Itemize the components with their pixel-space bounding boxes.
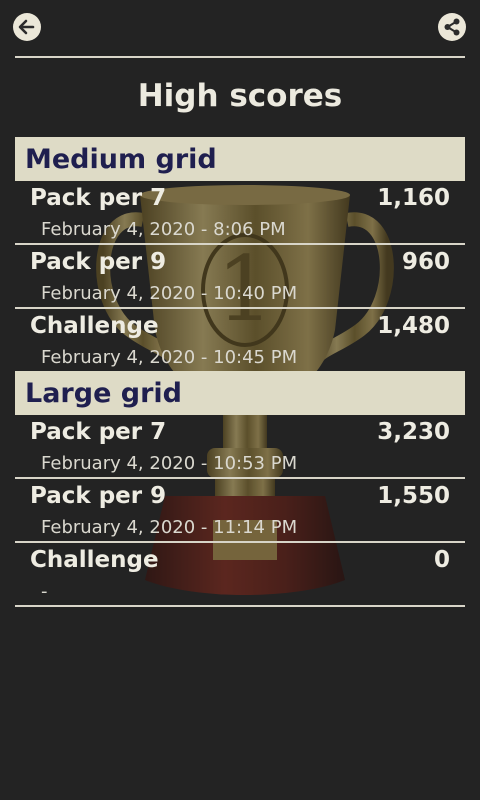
top-divider — [15, 56, 465, 58]
score-value: 3,230 — [377, 419, 450, 445]
back-button[interactable] — [13, 13, 41, 41]
score-row[interactable]: Challenge 0 - — [15, 543, 465, 607]
share-button[interactable] — [438, 13, 466, 41]
top-bar — [0, 0, 480, 58]
score-row[interactable]: Pack per 7 1,160 February 4, 2020 - 8:06… — [15, 181, 465, 245]
mode-name: Pack per 9 — [30, 483, 167, 509]
score-value: 1,550 — [377, 483, 450, 509]
score-row[interactable]: Pack per 7 3,230 February 4, 2020 - 10:5… — [15, 415, 465, 479]
score-row[interactable]: Challenge 1,480 February 4, 2020 - 10:45… — [15, 309, 465, 371]
score-date: February 4, 2020 - 10:53 PM — [41, 453, 298, 474]
score-value: 1,160 — [377, 185, 450, 211]
mode-name: Pack per 7 — [30, 419, 167, 445]
high-scores-screen: High scores 1 Medium grid Pack per 7 1,1… — [0, 0, 480, 800]
score-value: 960 — [401, 249, 450, 275]
score-date: February 4, 2020 - 10:45 PM — [41, 347, 298, 368]
score-value: 0 — [433, 547, 450, 573]
score-row[interactable]: Pack per 9 1,550 February 4, 2020 - 11:1… — [15, 479, 465, 543]
score-row[interactable]: Pack per 9 960 February 4, 2020 - 10:40 … — [15, 245, 465, 309]
mode-name: Challenge — [30, 547, 159, 573]
score-date: - — [41, 581, 48, 602]
mode-name: Challenge — [30, 313, 159, 339]
score-value: 1,480 — [377, 313, 450, 339]
section-header-medium-grid: Medium grid — [15, 137, 465, 181]
mode-name: Pack per 9 — [30, 249, 167, 275]
mode-name: Pack per 7 — [30, 185, 167, 211]
page-title: High scores — [137, 78, 343, 114]
score-date: February 4, 2020 - 8:06 PM — [41, 219, 286, 240]
section-header-large-grid: Large grid — [15, 371, 465, 415]
score-date: February 4, 2020 - 10:40 PM — [41, 283, 298, 304]
share-icon — [444, 18, 460, 36]
high-scores-list: Medium grid Pack per 7 1,160 February 4,… — [15, 137, 465, 607]
score-date: February 4, 2020 - 11:14 PM — [41, 517, 298, 538]
arrow-left-icon — [18, 19, 35, 35]
